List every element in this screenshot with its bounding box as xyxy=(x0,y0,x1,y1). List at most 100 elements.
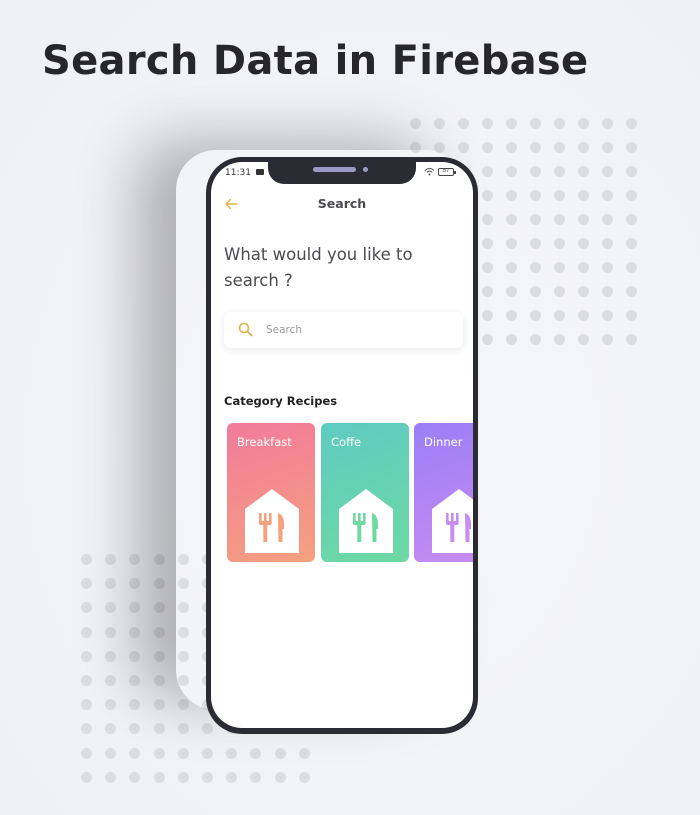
decorative-dot xyxy=(506,214,517,225)
decorative-dot xyxy=(626,118,637,129)
decorative-dot xyxy=(105,626,117,638)
decorative-dot xyxy=(226,747,238,759)
decorative-dot xyxy=(202,747,213,759)
decorative-dot xyxy=(602,238,613,249)
decorative-dot xyxy=(153,747,165,759)
decorative-dot xyxy=(602,310,613,321)
category-card-breakfast[interactable]: Breakfast xyxy=(227,423,315,562)
decorative-dot xyxy=(177,747,189,759)
decorative-dot xyxy=(506,262,517,273)
decorative-dot xyxy=(129,626,141,638)
decorative-dot xyxy=(530,238,541,249)
decorative-dot xyxy=(530,286,541,297)
decorative-dot xyxy=(602,214,613,225)
decorative-dot xyxy=(298,747,310,759)
speaker-grille xyxy=(313,167,356,172)
category-label: Coffe xyxy=(331,435,362,449)
page-headline: Search Data in Firebase xyxy=(42,38,589,84)
decorative-dot xyxy=(578,214,589,225)
restaurant-house-icon xyxy=(245,489,299,553)
decorative-dot xyxy=(554,166,565,177)
decorative-dot xyxy=(153,578,165,590)
search-prompt-heading: What would you like to search ? xyxy=(224,245,413,290)
search-box[interactable] xyxy=(224,312,463,348)
decorative-dot xyxy=(202,771,213,783)
decorative-dot xyxy=(482,286,493,297)
decorative-dot xyxy=(626,334,637,345)
wifi-icon xyxy=(424,167,435,176)
decorative-dot xyxy=(274,747,286,759)
decorative-dot xyxy=(530,310,541,321)
decorative-dot xyxy=(626,142,637,153)
decorative-dot xyxy=(554,214,565,225)
decorative-dot xyxy=(602,190,613,201)
decorative-dot xyxy=(482,190,493,201)
decorative-dot xyxy=(626,214,637,225)
decorative-dot xyxy=(177,699,189,711)
decorative-dot xyxy=(506,190,517,201)
decorative-dot xyxy=(482,310,493,321)
decorative-dot xyxy=(506,334,517,345)
decorative-dot xyxy=(153,626,165,638)
decorative-dot xyxy=(153,771,165,783)
decorative-dot xyxy=(578,238,589,249)
decorative-dot xyxy=(554,310,565,321)
decorative-dot xyxy=(626,286,637,297)
decorative-dot xyxy=(554,118,565,129)
phone-notch xyxy=(268,162,416,184)
restaurant-house-icon xyxy=(339,489,393,553)
decorative-dot xyxy=(554,190,565,201)
category-label: Breakfast xyxy=(237,435,292,449)
decorative-dot xyxy=(530,166,541,177)
category-card-dinner[interactable]: Dinner xyxy=(414,423,473,562)
decorative-dot xyxy=(554,142,565,153)
status-time: 11:31 xyxy=(225,168,251,178)
decorative-dot xyxy=(153,675,165,686)
category-label: Dinner xyxy=(424,435,463,449)
decorative-dot xyxy=(506,118,517,129)
decorative-dot xyxy=(81,650,92,662)
decorative-dot xyxy=(226,771,238,783)
search-icon xyxy=(238,322,253,337)
search-input[interactable] xyxy=(266,312,456,348)
decorative-dot xyxy=(506,166,517,177)
decorative-dot xyxy=(153,602,165,614)
decorative-dot xyxy=(482,262,493,273)
decorative-dot xyxy=(578,286,589,297)
decorative-dot xyxy=(506,286,517,297)
decorative-dot xyxy=(578,190,589,201)
decorative-dot xyxy=(530,334,541,345)
nav-title: Search xyxy=(317,196,367,211)
decorative-dot xyxy=(177,771,189,783)
decorative-dot xyxy=(153,723,165,735)
decorative-dot xyxy=(81,675,92,686)
category-section-title: Category Recipes xyxy=(224,394,338,408)
decorative-dot xyxy=(578,142,589,153)
decorative-dot xyxy=(626,238,637,249)
decorative-dot xyxy=(506,142,517,153)
decorative-dot xyxy=(434,118,445,129)
decorative-dot xyxy=(626,190,637,201)
battery-icon: 87 xyxy=(438,168,456,176)
decorative-dot xyxy=(105,771,117,783)
decorative-dot xyxy=(458,118,469,129)
decorative-dot xyxy=(554,334,565,345)
decorative-dot xyxy=(105,747,117,759)
decorative-dot xyxy=(578,262,589,273)
decorative-dot xyxy=(506,310,517,321)
decorative-dot xyxy=(506,238,517,249)
category-card-coffe[interactable]: Coffe xyxy=(321,423,409,562)
decorative-dot xyxy=(250,747,262,759)
decorative-dot xyxy=(482,238,493,249)
decorative-dot xyxy=(81,626,92,638)
decorative-dot xyxy=(602,334,613,345)
decorative-dot xyxy=(153,699,165,711)
decorative-dot xyxy=(410,118,421,129)
decorative-dot xyxy=(578,166,589,177)
decorative-dot xyxy=(482,118,493,129)
decorative-dot xyxy=(482,142,493,153)
decorative-dot xyxy=(458,142,469,153)
category-carousel[interactable]: Breakfast Coffe Dinner xyxy=(227,423,473,563)
decorative-dot xyxy=(482,214,493,225)
decorative-dot xyxy=(81,747,92,759)
